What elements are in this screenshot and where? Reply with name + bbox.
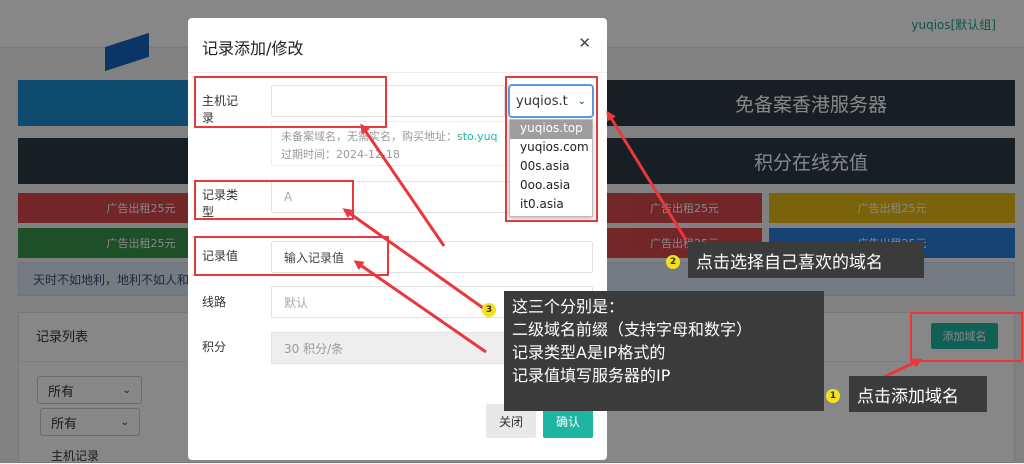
callout-2: 点击选择自己喜欢的域名 [688,242,924,278]
callout-3-line2: 二级域名前缀（支持字母和数字） [512,320,753,339]
arrow-to-domain [606,110,688,241]
callout-1-text: 点击添加域名 [857,387,959,407]
arrow-to-type [342,208,487,312]
callout-1: 点击添加域名 [849,376,987,412]
callout-3-line3: 记录类型A是IP格式的 [512,343,666,362]
callout-2-text: 点击选择自己喜欢的域名 [696,253,883,273]
arrow-to-value [353,260,487,354]
callout-number-3: 3 [482,303,496,317]
callout-number-2: 2 [666,255,680,269]
callout-3-line4: 记录值填写服务器的IP [512,366,671,385]
arrow-to-host [360,123,446,247]
callout-3: 这三个分别是： 二级域名前缀（支持字母和数字） 记录类型A是IP格式的 记录值填… [504,291,824,411]
callout-3-line1: 这三个分别是： [512,297,625,316]
callout-number-1: 1 [826,389,840,403]
